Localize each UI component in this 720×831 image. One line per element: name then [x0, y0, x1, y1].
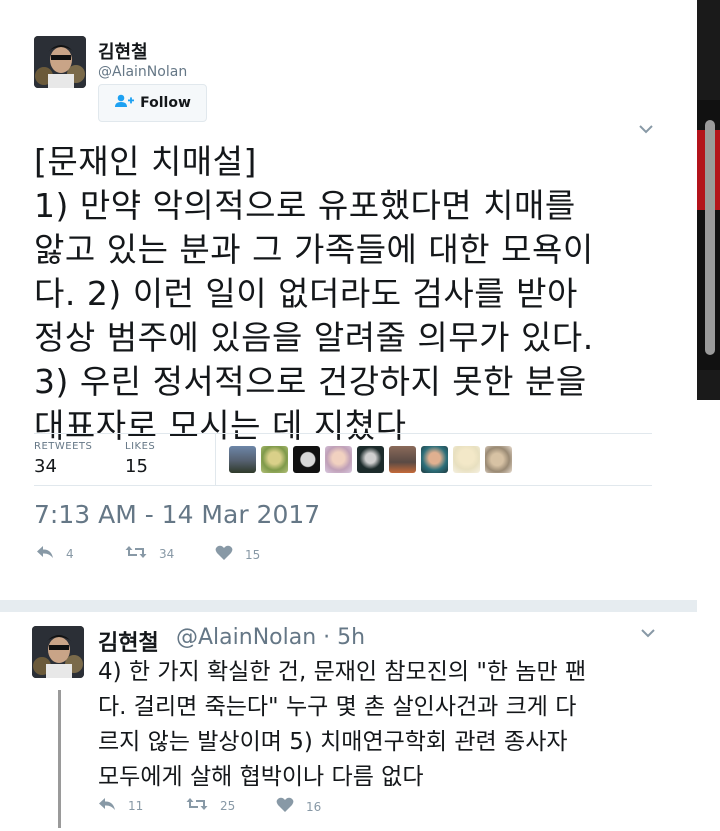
tweet-text-line: 정상 범주에 있음을 알려줄 의무가 있다. — [34, 318, 594, 357]
liker-avatar[interactable] — [229, 446, 256, 473]
liker-avatar[interactable] — [389, 446, 416, 473]
reply-text-line: 다. 걸리면 죽는다" 누구 몇 촌 살인사건과 크게 다 — [98, 694, 577, 720]
liker-avatar[interactable] — [261, 446, 288, 473]
follow-button[interactable]: Follow — [98, 84, 207, 122]
scrollbar-thumb[interactable] — [705, 120, 715, 355]
liker-avatar[interactable] — [421, 446, 448, 473]
tweet-text-line: [문재인 치매설] — [34, 142, 257, 181]
reply-count: 11 — [128, 798, 144, 813]
heart-icon — [276, 797, 294, 816]
tweet-card: 김현철 @AlainNolan Follow [문재인 치매설] 1) 만약 악… — [0, 0, 697, 831]
retweet-icon — [125, 545, 147, 562]
reply-author-name[interactable]: 김현철 — [98, 625, 159, 657]
stats-separator — [215, 433, 216, 485]
retweet-icon — [186, 797, 208, 814]
follow-label: Follow — [140, 95, 191, 111]
reply-text-line: 4) 한 가지 확실한 건, 문재인 참모진의 "한 놈만 팬 — [98, 659, 587, 685]
reply-action[interactable]: 4 — [36, 545, 74, 562]
retweets-count: 34 — [34, 456, 57, 477]
stats-divider-bottom — [34, 485, 652, 486]
reply-avatar[interactable] — [32, 626, 84, 678]
retweets-stat[interactable]: RETWEETS 34 — [34, 441, 92, 477]
conversation-separator — [0, 600, 697, 612]
liker-avatar[interactable] — [293, 446, 320, 473]
tweet-text: [문재인 치매설] 1) 만약 악의적으로 유포했다면 치매를 앓고 있는 분과… — [34, 140, 674, 448]
reply-action[interactable]: 11 — [98, 797, 143, 814]
like-action[interactable]: 15 — [215, 545, 260, 564]
liker-avatar[interactable] — [485, 446, 512, 473]
author-handle[interactable]: @AlainNolan — [98, 64, 187, 80]
retweet-count: 25 — [220, 798, 236, 813]
like-action[interactable]: 16 — [276, 797, 321, 816]
retweet-count: 34 — [159, 546, 175, 561]
liker-avatars — [229, 446, 517, 473]
background-page-edge — [697, 0, 720, 831]
reply-text-line: 모두에게 살해 협박이나 다름 없다 — [98, 764, 424, 790]
reply-text: 4) 한 가지 확실한 건, 문재인 참모진의 "한 놈만 팬 다. 걸리면 죽… — [98, 655, 658, 795]
thread-line — [58, 690, 61, 828]
retweet-action[interactable]: 25 — [186, 797, 235, 814]
chevron-down-icon[interactable] — [638, 122, 654, 138]
tweet-text-line: 앓고 있는 분과 그 가족들에 대한 모욕이 — [34, 230, 594, 269]
reply-count: 4 — [66, 546, 74, 561]
reply-icon — [98, 797, 116, 814]
retweet-action[interactable]: 34 — [125, 545, 174, 562]
tweet-timestamp[interactable]: 7:13 AM - 14 Mar 2017 — [34, 500, 320, 529]
like-count: 15 — [245, 547, 261, 562]
reply-icon — [36, 545, 54, 562]
liker-avatar[interactable] — [453, 446, 480, 473]
reply-meta[interactable]: @AlainNolan · 5h — [176, 625, 365, 650]
heart-icon — [215, 545, 233, 564]
like-count: 16 — [306, 799, 322, 814]
liker-avatar[interactable] — [357, 446, 384, 473]
tweet-text-line: 다. 2) 이런 일이 없더라도 검사를 받아 — [34, 274, 578, 313]
likes-label: LIKES — [125, 441, 156, 452]
stats-divider-top — [34, 433, 652, 434]
liker-avatar[interactable] — [325, 446, 352, 473]
likes-count: 15 — [125, 456, 148, 477]
avatar[interactable] — [34, 36, 86, 88]
likes-stat[interactable]: LIKES 15 — [125, 441, 155, 477]
chevron-down-icon[interactable] — [640, 626, 656, 642]
author-name[interactable]: 김현철 — [98, 38, 148, 64]
retweets-label: RETWEETS — [34, 441, 93, 452]
tweet-text-line: 3) 우린 정서적으로 건강하지 못한 분을 — [34, 362, 587, 401]
follow-person-icon — [114, 94, 135, 112]
reply-text-line: 르지 않는 발상이며 5) 치매연구학회 관련 종사자 — [98, 729, 568, 755]
tweet-text-line: 1) 만약 악의적으로 유포했다면 치매를 — [34, 186, 576, 225]
